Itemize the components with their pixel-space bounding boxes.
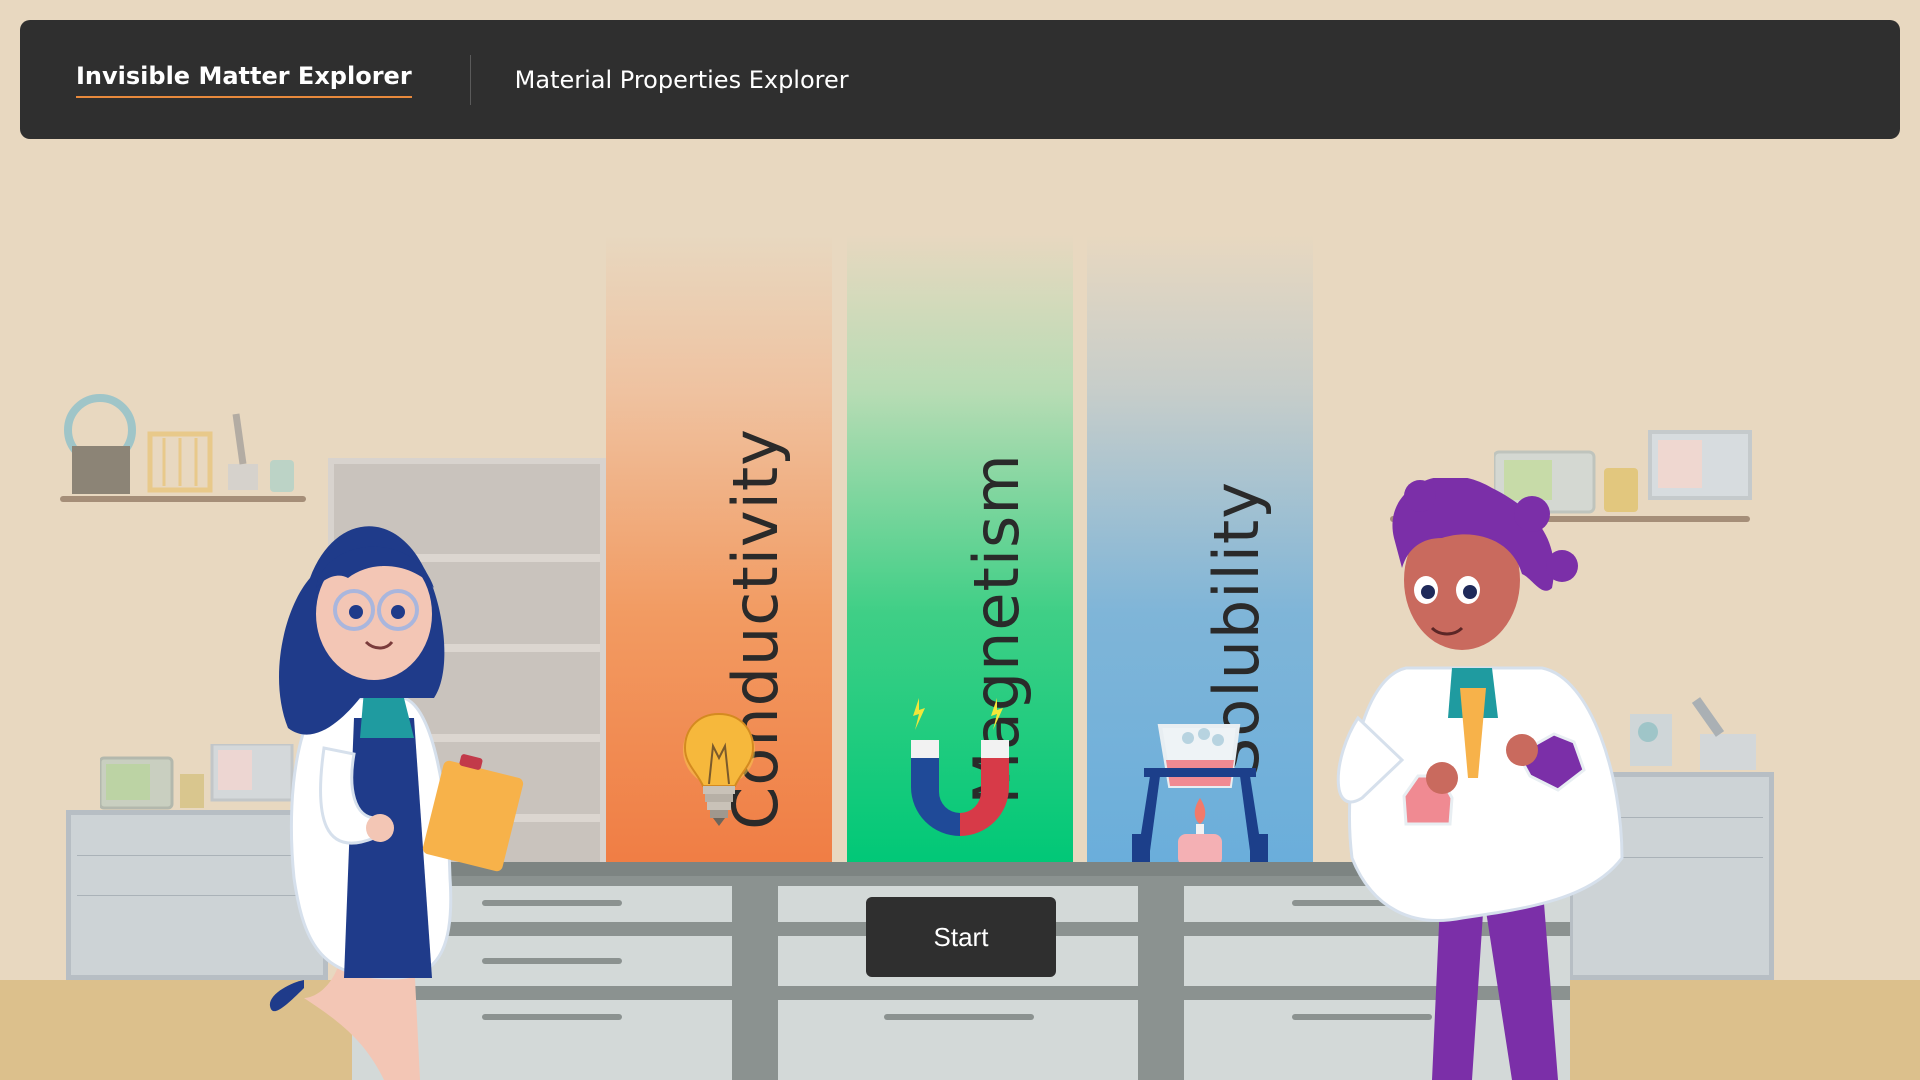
lab-equipment-left-shelf xyxy=(64,394,294,494)
tab-material-properties-explorer[interactable]: Material Properties Explorer xyxy=(515,66,849,94)
magnetism-panel[interactable]: Magnetism xyxy=(847,234,1073,866)
scientist-boy-character xyxy=(1336,478,1624,1080)
horseshoe-magnet-icon xyxy=(911,698,1009,836)
solubility-panel[interactable]: Solubility xyxy=(1087,234,1313,866)
top-navigation-bar: Invisible Matter Explorer Material Prope… xyxy=(20,20,1900,139)
start-button[interactable]: Start xyxy=(866,897,1056,977)
beaker-burner-icon xyxy=(1132,724,1268,866)
nav-divider xyxy=(469,54,471,105)
conductivity-panel[interactable]: Conductivity xyxy=(606,234,832,866)
game-scene: Invisible Matter Explorer Material Prope… xyxy=(0,0,1920,1080)
left-wall-shelf xyxy=(60,496,306,502)
lightbulb-icon xyxy=(683,712,755,826)
scientist-girl-character xyxy=(269,526,524,1080)
tab-invisible-matter-explorer[interactable]: Invisible Matter Explorer xyxy=(76,62,412,98)
